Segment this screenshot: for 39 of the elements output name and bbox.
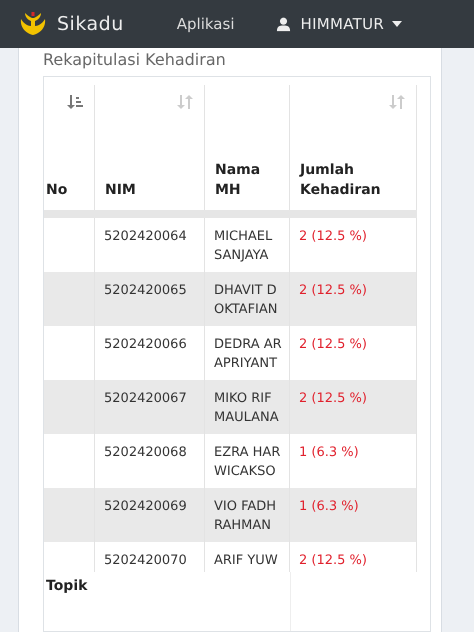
section-label: Topik <box>45 577 88 594</box>
column-header[interactable]: NIM <box>105 180 136 200</box>
attendance-cell: 2 (12.5 %) <box>299 283 367 298</box>
nim-cell: 5202420064 <box>104 229 187 244</box>
attendance-cell: 2 (12.5 %) <box>299 229 367 244</box>
name-cell: MIKO RIF MAULANA <box>214 391 279 425</box>
column-header[interactable]: Jumlah Kehadiran <box>300 160 416 200</box>
table-row[interactable]: 5202420067 MIKO RIF MAULANA 2 (12.5 %) <box>44 380 417 434</box>
nim-cell: 5202420067 <box>104 391 187 406</box>
sort-ascending-icon[interactable] <box>66 94 84 110</box>
name-cell: EZRA HAR WICAKSO <box>214 445 280 479</box>
name-cell: MICHAEL SANJAYA <box>214 229 272 263</box>
attendance-cell: 1 (6.3 %) <box>299 445 359 460</box>
attendance-cell: 2 (12.5 %) <box>299 553 367 568</box>
nim-cell: 5202420070 <box>104 553 187 568</box>
name-cell: VIO FADH RAHMAN <box>214 499 276 533</box>
nim-cell: 5202420069 <box>104 499 187 514</box>
brand-name[interactable]: Sikadu <box>57 13 124 35</box>
table-row[interactable]: 5202420069 VIO FADH RAHMAN 1 (6.3 %) <box>44 488 417 542</box>
name-cell: DEDRA AR APRIYANT <box>214 337 282 371</box>
table-row[interactable]: 5202420065 DHAVIT D OKTAFIAN 2 (12.5 %) <box>44 272 417 326</box>
nim-cell: 5202420065 <box>104 283 187 298</box>
card-title: Rekapitulasi Kehadiran <box>43 49 227 71</box>
sort-icon[interactable] <box>176 94 194 110</box>
nim-cell: 5202420066 <box>104 337 187 352</box>
name-cell: ARIF YUW <box>214 553 278 568</box>
attendance-cell: 1 (6.3 %) <box>299 499 359 514</box>
menu-link[interactable]: Aplikasi <box>176 15 234 33</box>
nim-cell: 5202420068 <box>104 445 187 460</box>
sort-icon[interactable] <box>388 94 406 110</box>
user-menu[interactable]: HIMMATUR <box>300 15 384 33</box>
logo-icon <box>19 11 47 37</box>
column-header[interactable]: Nama MH <box>215 160 289 200</box>
attendance-cell: 2 (12.5 %) <box>299 391 367 406</box>
attendance-cell: 2 (12.5 %) <box>299 337 367 352</box>
column-header[interactable]: No <box>46 180 68 200</box>
caret-icon <box>392 21 402 27</box>
user-icon <box>276 16 292 32</box>
name-cell: DHAVIT D OKTAFIAN <box>214 283 278 317</box>
